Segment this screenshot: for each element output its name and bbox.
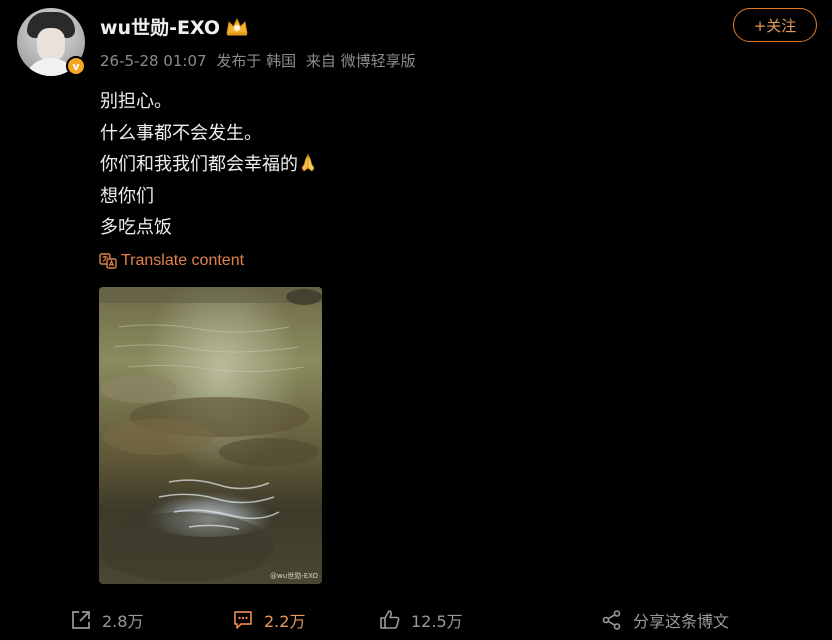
translate-label: Translate content (121, 252, 245, 269)
share-label: 分享这条博文 (633, 612, 730, 631)
comment-icon (234, 611, 252, 629)
crown-icon (226, 17, 248, 36)
username[interactable]: wu世勋-EXO (100, 13, 220, 40)
verified-badge-icon: v (66, 56, 86, 76)
post-line: 想你们 (100, 185, 154, 207)
avatar-face (37, 28, 65, 62)
post-date: 26-5-28 01:07 (100, 52, 207, 70)
share-icon (602, 610, 621, 630)
translate-content-link[interactable]: Translate content (99, 252, 244, 270)
translate-icon (99, 253, 117, 269)
post-location: 发布于 韩国 (216, 52, 297, 70)
repost-icon (72, 611, 90, 629)
post-line: 什么事都不会发生。 (100, 122, 262, 144)
post-line-text: 你们和我我们都会幸福的 (100, 154, 298, 175)
post-line: 你们和我我们都会幸福的 (100, 149, 318, 181)
thumbs-up-icon (380, 610, 400, 629)
follow-button[interactable]: +关注 (733, 8, 817, 42)
action-bar: 2.8万 2.2万 12.5万 分享这条博文 (0, 600, 832, 640)
folded-hands-emoji (301, 153, 315, 172)
repost-count: 2.8万 (102, 612, 144, 631)
like-count: 12.5万 (411, 612, 463, 631)
post-meta: 26-5-28 01:07 发布于 韩国 来自 微博轻享版 (100, 50, 421, 71)
post-text: 别担心。 什么事都不会发生。 你们和我我们都会幸福的 想你们 多吃点饭 (100, 86, 318, 244)
post-line: 别担心。 (100, 91, 172, 112)
share-button[interactable]: 分享这条博文 (601, 608, 729, 632)
photo-watermark: @wu世勋-EXO (270, 572, 318, 580)
comment-count: 2.2万 (264, 612, 306, 631)
like-button[interactable]: 12.5万 (379, 608, 463, 632)
stream-water-image (99, 287, 322, 584)
comment-button[interactable]: 2.2万 (232, 608, 305, 632)
post-source[interactable]: 来自 微博轻享版 (306, 52, 416, 70)
post-photo[interactable]: @wu世勋-EXO (99, 287, 322, 584)
repost-button[interactable]: 2.8万 (70, 608, 143, 632)
post-line: 多吃点饭 (100, 217, 172, 238)
